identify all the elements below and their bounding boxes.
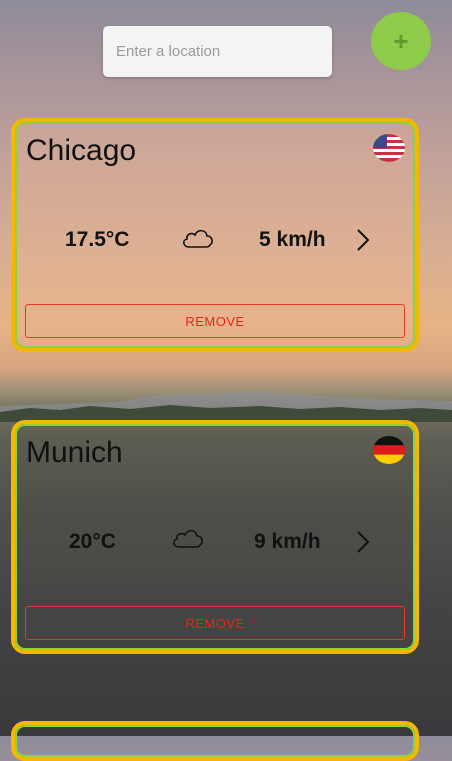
city-card <box>11 721 419 761</box>
horizon-landscape <box>0 392 452 422</box>
location-input[interactable] <box>103 26 332 77</box>
us-flag-icon <box>373 134 405 162</box>
city-card: Chicago 17.5°C 5 km/h REMOVE <box>11 118 419 352</box>
add-location-button[interactable]: + <box>371 12 431 70</box>
city-name: Chicago <box>26 134 137 167</box>
chevron-right-icon[interactable] <box>355 530 371 554</box>
location-search[interactable] <box>103 26 332 77</box>
remove-button[interactable]: REMOVE <box>25 304 405 338</box>
de-flag-icon <box>373 436 405 464</box>
wind-speed: 5 km/h <box>259 228 326 251</box>
city-card: Munich 20°C 9 km/h REMOVE <box>11 420 419 654</box>
temperature: 20°C <box>69 530 116 553</box>
temperature: 17.5°C <box>65 228 130 251</box>
plus-icon: + <box>393 26 409 56</box>
cloud-icon <box>173 529 203 548</box>
chevron-right-icon[interactable] <box>355 228 371 252</box>
remove-button[interactable]: REMOVE <box>25 606 405 640</box>
cloud-icon <box>183 229 213 248</box>
wind-speed: 9 km/h <box>254 530 321 553</box>
city-name: Munich <box>26 436 123 469</box>
